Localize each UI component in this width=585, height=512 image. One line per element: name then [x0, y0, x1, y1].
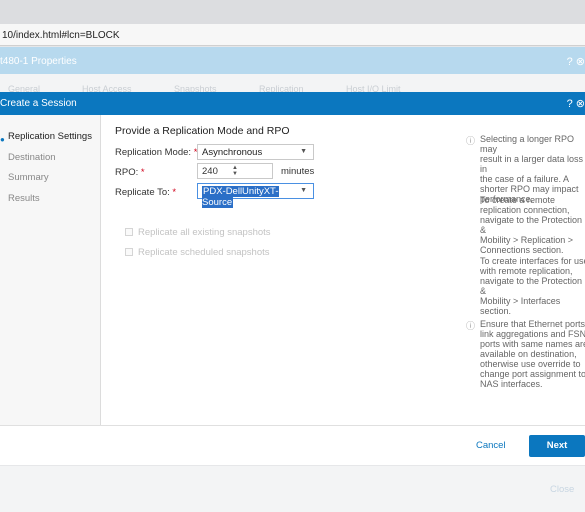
settings-panel: Provide a Replication Mode and RPO Repli…	[101, 115, 461, 425]
address-bar[interactable]: 10/index.html#lcn=BLOCK	[0, 24, 585, 46]
replication-mode-select[interactable]: Asynchronous ▼	[197, 144, 314, 160]
properties-title: t480-1 Properties	[0, 56, 77, 67]
nav-replication-settings[interactable]: Replication Settings	[8, 131, 92, 142]
modal-help-close-icons[interactable]: ? ⊗	[567, 97, 585, 110]
modal-header: Create a Session ? ⊗	[0, 92, 585, 115]
rpo-label: RPO: *	[115, 167, 145, 178]
checkbox-label: Replicate all existing snapshots	[138, 227, 271, 238]
replicate-to-value: PDX-DellUnityXT-Source	[202, 186, 279, 208]
url-text[interactable]: 10/index.html#lcn=BLOCK	[2, 30, 120, 41]
replicate-existing-snapshots-checkbox[interactable]: Replicate all existing snapshots	[125, 227, 271, 238]
wizard-nav: ● Replication Settings Destination Summa…	[0, 115, 101, 425]
help-panel: ⓘ Selecting a longer RPO may result in a…	[466, 115, 585, 425]
close-button[interactable]: Close	[550, 484, 574, 495]
rpo-stepper-icon[interactable]: ▲ ▼	[232, 165, 238, 177]
properties-footer: Close	[0, 466, 585, 512]
checkbox-icon	[125, 228, 133, 236]
page-title: Provide a Replication Mode and RPO	[115, 125, 290, 137]
chevron-down-icon: ▼	[300, 187, 307, 194]
replicate-to-label: Replicate To: *	[115, 187, 177, 198]
modal-body: ● Replication Settings Destination Summa…	[0, 115, 585, 425]
help-rpo-text: Selecting a longer RPO may result in a l…	[480, 134, 584, 204]
replication-mode-value: Asynchronous	[202, 147, 263, 158]
modal-title: Create a Session	[0, 98, 77, 109]
properties-help-close-icons[interactable]: ? ⊗	[567, 55, 585, 68]
replicate-to-select[interactable]: PDX-DellUnityXT-Source ▼	[197, 183, 314, 208]
mode-label: Replication Mode: *	[115, 147, 198, 158]
info-icon: ⓘ	[466, 136, 476, 146]
rpo-unit: minutes	[281, 166, 315, 177]
help-interfaces-text: To create interfaces for use with remote…	[480, 256, 585, 316]
replicate-scheduled-snapshots-checkbox[interactable]: Replicate scheduled snapshots	[125, 247, 270, 258]
nav-destination[interactable]: Destination	[8, 152, 56, 163]
checkbox-icon	[125, 248, 133, 256]
nav-results[interactable]: Results	[8, 193, 40, 204]
help-connection-text: To create a remote replication connectio…	[480, 195, 583, 255]
help-ports-text: Ensure that Ethernet ports, link aggrega…	[480, 319, 585, 389]
properties-header: t480-1 Properties ? ⊗	[0, 47, 585, 74]
browser-toolbar	[0, 0, 585, 24]
info-icon: ⓘ	[466, 321, 476, 331]
checkbox-label: Replicate scheduled snapshots	[138, 247, 270, 258]
rpo-value: 240	[202, 166, 218, 177]
cancel-button[interactable]: Cancel	[476, 440, 506, 451]
modal-footer: Cancel Next	[0, 425, 585, 465]
nav-summary[interactable]: Summary	[8, 172, 49, 183]
properties-tabs: General Host Access Snapshots Replicatio…	[0, 74, 585, 94]
chevron-down-icon: ▼	[300, 148, 307, 155]
next-button[interactable]: Next	[529, 435, 585, 457]
active-step-icon: ●	[0, 135, 5, 144]
